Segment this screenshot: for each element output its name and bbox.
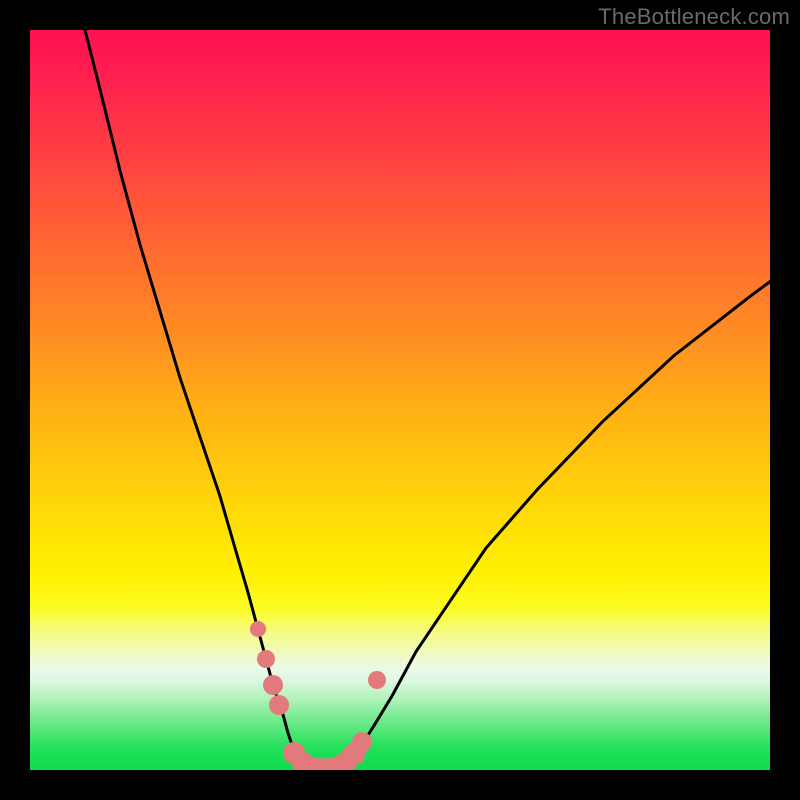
marker-dot [263, 675, 283, 695]
marker-dot [257, 650, 275, 668]
marker-dot [352, 732, 372, 752]
plot-area [30, 30, 770, 770]
marker-dot [368, 671, 386, 689]
marker-dot [250, 621, 266, 637]
marker-dot [269, 695, 289, 715]
watermark-text: TheBottleneck.com [598, 4, 790, 30]
marker-layer [30, 30, 770, 770]
chart-frame: TheBottleneck.com [0, 0, 800, 800]
